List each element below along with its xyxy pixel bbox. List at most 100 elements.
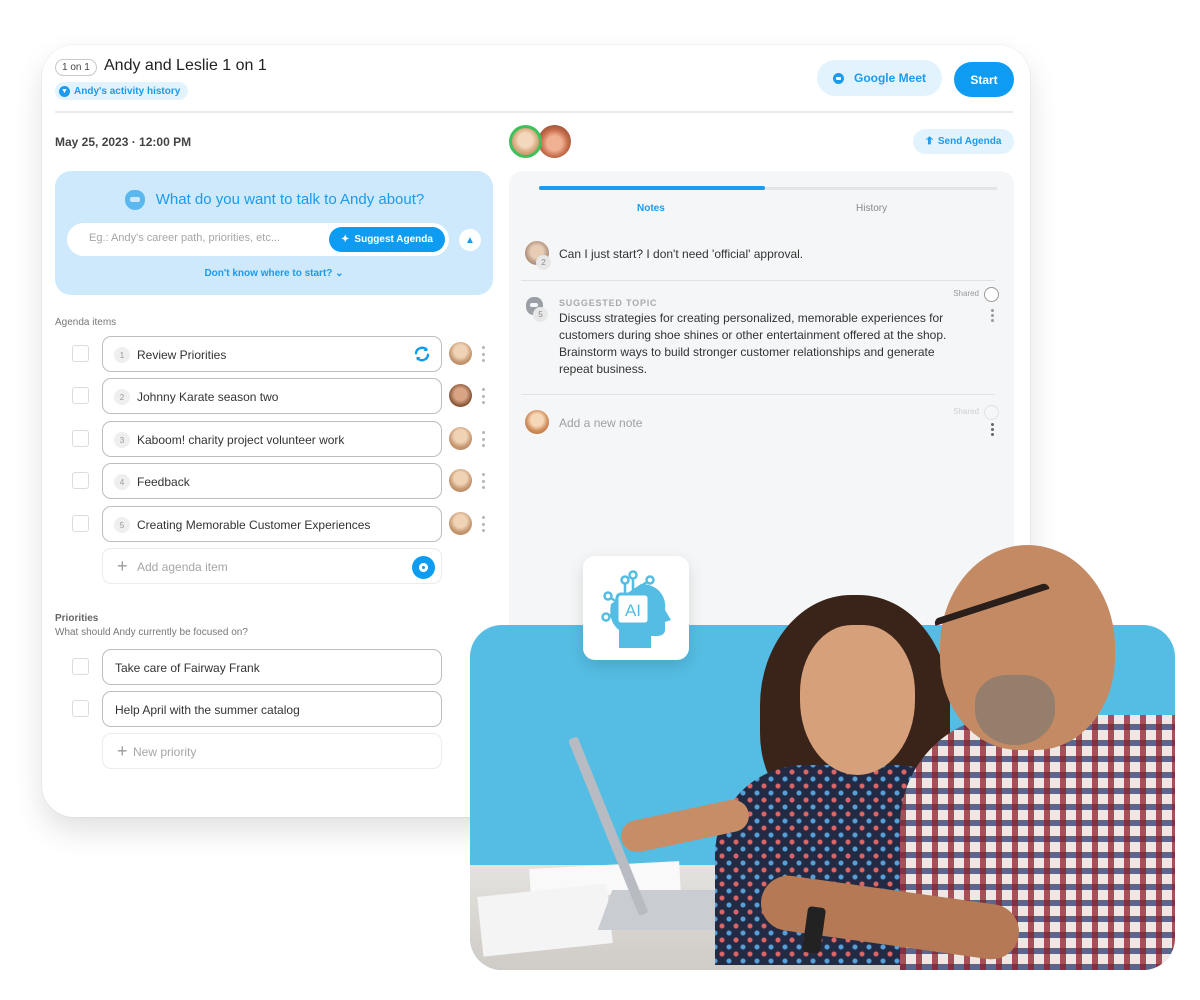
- ai-head-icon: AI: [601, 570, 671, 648]
- add-agenda-item-field[interactable]: + Add agenda item: [102, 548, 442, 584]
- agenda-item-number: 4: [114, 474, 130, 490]
- tab-notes[interactable]: Notes: [637, 203, 665, 214]
- assignee-avatar[interactable]: [449, 512, 472, 535]
- plus-icon: +: [117, 741, 128, 761]
- agenda-prompt-box: What do you want to talk to Andy about? …: [55, 171, 493, 295]
- more-options-icon[interactable]: [481, 473, 485, 489]
- google-meet-button[interactable]: Google Meet: [817, 60, 942, 96]
- sync-icon[interactable]: [413, 345, 431, 363]
- more-options-icon[interactable]: [481, 431, 485, 447]
- agenda-item-number: 2: [114, 389, 130, 405]
- photo-man-beard: [975, 675, 1055, 745]
- promo-photo: [470, 545, 1175, 970]
- topic-input-wrapper: ✦ Suggest Agenda: [67, 223, 449, 256]
- note-text[interactable]: Can I just start? I don't need 'official…: [559, 246, 803, 263]
- suggested-topic-note: 5 SUGGESTED TOPIC Discuss strategies for…: [521, 287, 999, 397]
- suggested-topic-tag: SUGGESTED TOPIC: [559, 298, 658, 308]
- more-options-icon[interactable]: [481, 388, 485, 404]
- tab-history[interactable]: History: [856, 203, 887, 214]
- agenda-item-checkbox[interactable]: [72, 472, 89, 489]
- dont-know-label: Don't know where to start?: [204, 268, 333, 279]
- send-agenda-label: Send Agenda: [937, 136, 1002, 147]
- collapse-prompt-button[interactable]: ▲: [459, 229, 481, 251]
- dont-know-where-to-start-link[interactable]: Don't know where to start? ⌄: [55, 268, 493, 279]
- activity-history-toggle[interactable]: ▼ Andy's activity history: [55, 82, 189, 100]
- avatar-andy[interactable]: [538, 125, 571, 158]
- agenda-item-number: 3: [114, 432, 130, 448]
- shared-label: Shared: [953, 407, 979, 416]
- topic-input[interactable]: [89, 232, 319, 244]
- agenda-item-text: Review Priorities: [137, 348, 227, 362]
- new-priority-field[interactable]: + New priority: [102, 733, 442, 769]
- agenda-item-text: Creating Memorable Customer Experiences: [137, 518, 371, 532]
- photo-woman-face: [800, 625, 915, 775]
- agenda-item-checkbox[interactable]: [72, 345, 89, 362]
- priority-field[interactable]: Take care of Fairway Frank: [102, 649, 442, 685]
- svg-text:AI: AI: [625, 601, 641, 620]
- more-options-icon[interactable]: [991, 423, 994, 436]
- ai-suggest-icon[interactable]: [412, 556, 435, 579]
- agenda-item: 3 Kaboom! charity project volunteer work: [72, 421, 502, 457]
- bot-assistant-icon: [124, 187, 146, 211]
- shared-label: Shared: [953, 289, 979, 298]
- avatar-leslie[interactable]: [509, 125, 542, 158]
- suggested-topic-text[interactable]: Discuss strategies for creating personal…: [559, 310, 959, 378]
- more-options-icon[interactable]: [481, 346, 485, 362]
- meeting-datetime: May 25, 2023 · 12:00 PM: [55, 135, 192, 149]
- agenda-item-checkbox[interactable]: [72, 515, 89, 532]
- agenda-item-field[interactable]: 4 Feedback: [102, 463, 442, 499]
- agenda-item-field[interactable]: 2 Johnny Karate season two: [102, 378, 442, 414]
- assignee-avatar[interactable]: [449, 469, 472, 492]
- agenda-item-field[interactable]: 3 Kaboom! charity project volunteer work: [102, 421, 442, 457]
- note-item: 2 Can I just start? I don't need 'offici…: [521, 241, 999, 281]
- plus-icon: +: [117, 556, 128, 576]
- new-note-row: Add a new note Shared: [525, 403, 999, 443]
- suggest-agenda-label: Suggest Agenda: [354, 234, 433, 245]
- video-camera-icon: [832, 72, 844, 84]
- assignee-avatar[interactable]: [449, 342, 472, 365]
- priority-checkbox[interactable]: [72, 658, 89, 675]
- agenda-item-field[interactable]: 1 Review Priorities: [102, 336, 442, 372]
- priority-field[interactable]: Help April with the summer catalog: [102, 691, 442, 727]
- ai-badge-tile: AI: [583, 556, 689, 660]
- add-priority-row: + New priority: [72, 733, 502, 769]
- priority-item: Take care of Fairway Frank: [72, 649, 502, 685]
- send-icon: ⥣: [925, 136, 933, 147]
- more-options-icon[interactable]: [481, 516, 485, 532]
- priorities-subtitle: What should Andy currently be focused on…: [55, 627, 248, 638]
- chevron-down-icon: ⌄: [335, 268, 344, 279]
- agenda-item: 4 Feedback: [72, 463, 502, 499]
- active-tab-indicator: [539, 186, 765, 190]
- suggest-agenda-button[interactable]: ✦ Suggest Agenda: [329, 227, 445, 252]
- agenda-item-text: Johnny Karate season two: [137, 390, 279, 404]
- priorities-label: Priorities: [55, 613, 99, 624]
- agenda-item-text: Feedback: [137, 475, 190, 489]
- meeting-header: 1 on 1 Andy and Leslie 1 on 1 ▼ Andy's a…: [42, 45, 1030, 113]
- assignee-avatar[interactable]: [449, 384, 472, 407]
- priority-item: Help April with the summer catalog: [72, 691, 502, 727]
- header-divider: [55, 111, 1013, 113]
- new-note-input[interactable]: Add a new note: [559, 415, 642, 432]
- agenda-item-checkbox[interactable]: [72, 430, 89, 447]
- agenda-item: 5 Creating Memorable Customer Experience…: [72, 506, 502, 542]
- agenda-prompt-title: What do you want to talk to Andy about?: [155, 190, 425, 208]
- note-comment-count[interactable]: 2: [536, 255, 551, 270]
- agenda-prompt-heading: What do you want to talk to Andy about?: [55, 187, 493, 211]
- more-options-icon[interactable]: [991, 309, 994, 322]
- shared-toggle[interactable]: [984, 405, 999, 420]
- sparkle-icon: ✦: [341, 234, 350, 245]
- agenda-item-field[interactable]: 5 Creating Memorable Customer Experience…: [102, 506, 442, 542]
- send-agenda-button[interactable]: ⥣ Send Agenda: [913, 129, 1014, 154]
- start-meeting-button[interactable]: Start: [954, 62, 1014, 97]
- activity-history-label: Andy's activity history: [74, 85, 181, 97]
- note-comment-count[interactable]: 5: [533, 307, 548, 322]
- assignee-avatar[interactable]: [449, 427, 472, 450]
- google-meet-label: Google Meet: [853, 71, 926, 85]
- agenda-item-checkbox[interactable]: [72, 387, 89, 404]
- priority-checkbox[interactable]: [72, 700, 89, 717]
- agenda-item: 2 Johnny Karate season two: [72, 378, 502, 414]
- shared-toggle[interactable]: [984, 287, 999, 302]
- priority-text: Help April with the summer catalog: [115, 703, 300, 717]
- new-priority-placeholder: New priority: [133, 745, 197, 759]
- participants: [509, 123, 579, 159]
